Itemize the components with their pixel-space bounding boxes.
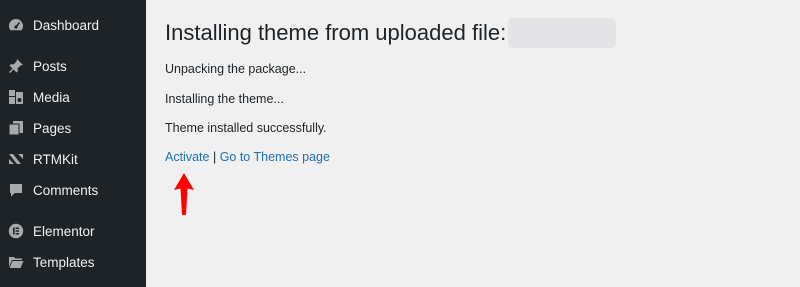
- sidebar-item-templates[interactable]: Templates: [0, 248, 146, 276]
- link-separator: |: [212, 150, 217, 164]
- dashboard-icon: [8, 17, 24, 33]
- sidebar-item-media[interactable]: Media: [0, 83, 146, 111]
- themes-page-link[interactable]: Go to Themes page: [220, 150, 330, 164]
- activate-link[interactable]: Activate: [165, 150, 209, 164]
- sidebar-item-label: Elementor: [33, 223, 95, 239]
- sidebar-item-label: Dashboard: [33, 17, 100, 33]
- red-arrow-annotation-icon: [174, 173, 194, 215]
- sidebar-item-posts[interactable]: Posts: [0, 52, 146, 80]
- pin-icon: [8, 58, 24, 74]
- rtmkit-icon: [8, 151, 24, 167]
- media-icon: [8, 89, 24, 105]
- sidebar-item-rtmkit[interactable]: RTMKit: [0, 145, 146, 173]
- status-message-success: Theme installed successfully.: [165, 121, 327, 135]
- sidebar-item-pages[interactable]: Pages: [0, 114, 146, 142]
- sidebar-item-label: Posts: [33, 58, 67, 74]
- sidebar-item-label: Pages: [33, 120, 72, 136]
- action-links: Activate | Go to Themes page: [165, 150, 330, 164]
- sidebar-item-label: RTMKit: [33, 151, 78, 167]
- elementor-icon: [8, 223, 24, 239]
- redacted-filename: [508, 18, 617, 48]
- sidebar-item-label: Templates: [33, 254, 95, 270]
- status-message-unpacking: Unpacking the package...: [165, 62, 307, 76]
- pages-icon: [8, 120, 24, 136]
- comment-icon: [8, 182, 24, 198]
- main-content: Installing theme from uploaded file: Unp…: [146, 0, 800, 287]
- admin-sidebar: Dashboard Posts Media Pages RTMKit Comme…: [0, 0, 146, 287]
- sidebar-item-label: Media: [33, 89, 70, 105]
- folder-icon: [8, 254, 24, 270]
- sidebar-item-dashboard[interactable]: Dashboard: [0, 11, 146, 39]
- page-title: Installing theme from uploaded file:: [165, 18, 617, 48]
- page-title-text: Installing theme from uploaded file:: [165, 20, 507, 45]
- sidebar-item-label: Comments: [33, 182, 99, 198]
- sidebar-item-elementor[interactable]: Elementor: [0, 217, 146, 245]
- sidebar-item-comments[interactable]: Comments: [0, 176, 146, 204]
- status-message-installing: Installing the theme...: [165, 92, 284, 106]
